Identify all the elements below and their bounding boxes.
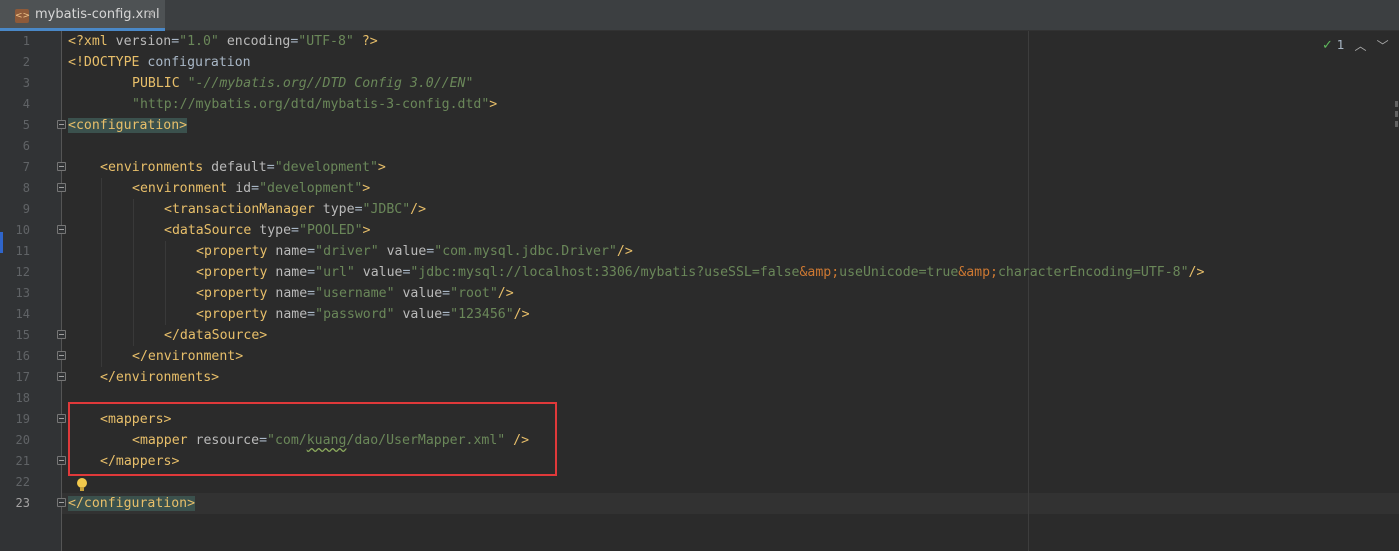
code-line-2[interactable]: <!DOCTYPE configuration [68,52,251,73]
line-number: 5 [22,118,30,132]
fold-marker-icon[interactable] [57,183,66,192]
code-line-3[interactable]: PUBLIC "-//mybatis.org//DTD Config 3.0//… [132,73,473,94]
code-line-4[interactable]: "http://mybatis.org/dtd/mybatis-3-config… [132,94,497,115]
right-margin-guide [1028,31,1029,551]
mappers-highlight-box [68,402,557,476]
fold-marker-icon[interactable] [57,414,66,423]
scroll-marker [1395,101,1398,107]
code-line-7[interactable]: <environments default="development"> [100,157,386,178]
close-icon[interactable]: × [146,7,156,21]
scroll-marker [1395,111,1398,117]
line-number: 23 [15,496,30,510]
line-number: 18 [15,391,30,405]
fold-marker-icon[interactable] [57,120,66,129]
line-number: 14 [15,307,30,321]
line-number: 20 [15,433,30,447]
code-line-11[interactable]: <property name="driver" value="com.mysql… [196,241,633,262]
line-number: 9 [22,202,30,216]
editor-scrollbar[interactable] [1393,31,1399,551]
line-number: 21 [15,454,30,468]
fold-marker-icon[interactable] [57,162,66,171]
chevron-up-icon[interactable]: ︿ [1355,37,1367,54]
code-line-12[interactable]: <property name="url" value="jdbc:mysql:/… [196,262,1204,283]
line-number: 3 [22,76,30,90]
line-number: 1 [22,34,30,48]
lightbulb-base [80,487,84,491]
code-line-5[interactable]: <configuration> [68,115,188,136]
code-line-9[interactable]: <transactionManager type="JDBC"/> [164,199,426,220]
fold-marker-icon[interactable] [57,498,66,507]
lightbulb-icon[interactable] [77,478,87,492]
line-number: 2 [22,55,30,69]
fold-marker-icon[interactable] [57,372,66,381]
current-line-highlight [62,493,1399,514]
fold-marker-icon[interactable] [57,225,66,234]
line-number: 7 [22,160,30,174]
code-line-17[interactable]: </environments> [100,367,219,388]
line-number: 17 [15,370,30,384]
fold-marker-icon[interactable] [57,330,66,339]
line-number: 11 [15,244,30,258]
line-number: 19 [15,412,30,426]
line-number: 10 [15,223,30,237]
code-line-15[interactable]: </dataSource> [164,325,267,346]
fold-marker-icon[interactable] [57,351,66,360]
code-line-23[interactable]: </configuration> [68,493,196,514]
code-line-16[interactable]: </environment> [132,346,243,367]
fold-marker-icon[interactable] [57,456,66,465]
indent-guide [133,199,134,346]
tab-mybatis-config[interactable]: <> mybatis-config.xml × [0,0,165,31]
line-number: 22 [15,475,30,489]
xml-file-icon: <> [15,9,31,23]
check-icon: ✓ [1322,37,1333,53]
code-line-13[interactable]: <property name="username" value="root"/> [196,283,514,304]
line-number: 6 [22,139,30,153]
tab-label: mybatis-config.xml [35,7,160,22]
line-number: 15 [15,328,30,342]
scroll-marker [1395,121,1398,127]
inspection-count: 1 [1336,38,1345,52]
code-line-8[interactable]: <environment id="development"> [132,178,370,199]
line-number: 16 [15,349,30,363]
chevron-down-icon[interactable]: ﹀ [1377,37,1389,54]
code-line-14[interactable]: <property name="password" value="123456"… [196,304,530,325]
line-number: 12 [15,265,30,279]
line-number: 8 [22,181,30,195]
editor-tab-bar: <> mybatis-config.xml × [0,0,1399,31]
indent-guide [165,241,166,325]
line-number: 4 [22,97,30,111]
code-line-10[interactable]: <dataSource type="POOLED"> [164,220,370,241]
indent-guide [101,178,102,367]
line-number: 13 [15,286,30,300]
code-line-1[interactable]: <?xml version="1.0" encoding="UTF-8" ?> [68,31,378,52]
inspection-widget[interactable]: ✓ 1 ︿ ﹀ [1322,36,1389,54]
